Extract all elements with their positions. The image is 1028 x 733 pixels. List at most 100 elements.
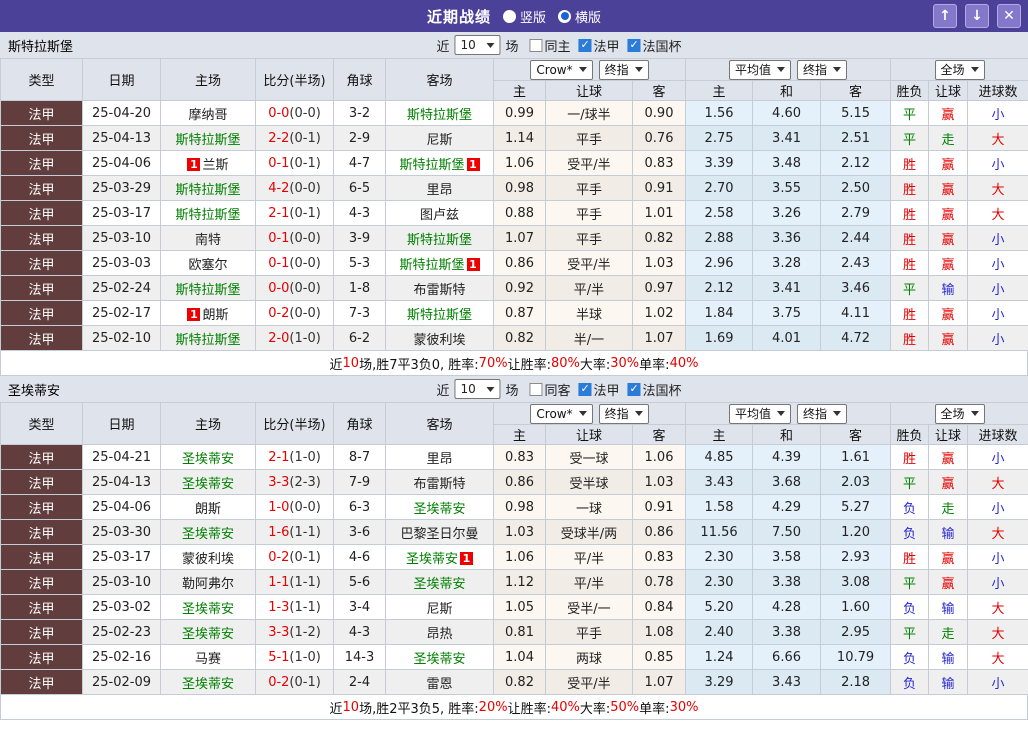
home-team-cell: 摩纳哥 bbox=[160, 100, 256, 126]
sub-avg-away-header: 客 bbox=[820, 424, 892, 445]
asian-result-cell: 输 bbox=[928, 594, 969, 620]
handicap-away-odds-cell: 1.07 bbox=[631, 325, 687, 351]
filter-check-option[interactable]: 法甲 bbox=[578, 36, 620, 55]
radio-selected-icon[interactable] bbox=[558, 9, 571, 23]
date-cell: 25-03-17 bbox=[82, 544, 161, 570]
checkbox-unchecked-icon[interactable] bbox=[529, 382, 543, 396]
sub-home-odds-header: 主 bbox=[493, 424, 546, 445]
europe-odds-kind-select[interactable]: 终指 bbox=[797, 403, 848, 424]
fulltime-score: 5-1 bbox=[268, 649, 290, 665]
halftime-score: (0-1) bbox=[289, 130, 321, 146]
layout-radio-vertical[interactable]: 竖版 bbox=[502, 7, 546, 26]
avg-away-odds-cell: 2.12 bbox=[820, 150, 892, 176]
home-team-cell: 马赛 bbox=[160, 644, 256, 670]
league-type-cell: 法甲 bbox=[0, 325, 83, 351]
radio-unselected-icon[interactable] bbox=[502, 9, 516, 23]
sub-avg-draw-header: 和 bbox=[752, 80, 822, 101]
home-team-name: 圣埃蒂安 bbox=[181, 476, 234, 492]
away-team-cell: 里昂 bbox=[385, 444, 494, 470]
fulltime-score: 0-2 bbox=[268, 674, 290, 690]
sub-avg-draw-header: 和 bbox=[752, 424, 822, 445]
sub-avg-home-header: 主 bbox=[685, 424, 754, 445]
match-row: 法甲 25-04-13 圣埃蒂安 3-3(2-3) 7-9 布雷斯特 0.86 受半球 1.03… bbox=[0, 469, 1028, 495]
avg-home-odds-cell: 2.75 bbox=[685, 125, 754, 151]
match-row: 法甲 25-02-09 圣埃蒂安 0-2(0-1) 2-4 雷恩 0.82 受平/半 1.07 3… bbox=[0, 669, 1028, 695]
recent-count-value: 10 bbox=[460, 382, 476, 396]
checkbox-checked-icon[interactable] bbox=[627, 382, 641, 396]
home-team-name: 兰斯 bbox=[202, 157, 229, 173]
move-down-button[interactable]: ↓ bbox=[965, 4, 989, 28]
league-type-cell: 法甲 bbox=[0, 150, 83, 176]
bookmaker-select[interactable]: Crow* bbox=[530, 59, 593, 80]
avg-draw-odds-cell: 3.58 bbox=[752, 544, 822, 570]
halftime-score: (0-1) bbox=[289, 155, 321, 171]
match-row: 法甲 25-02-24 斯特拉斯堡 0-0(0-0) 1-8 布雷斯特 0.92 平/半 0.9… bbox=[0, 275, 1028, 301]
recent-count-select[interactable]: 10 bbox=[454, 35, 501, 55]
filter-check-option[interactable]: 同客 bbox=[529, 380, 571, 399]
avg-away-odds-cell: 1.61 bbox=[820, 444, 892, 470]
filter-check-option[interactable]: 法国杯 bbox=[627, 380, 682, 399]
bookmaker-select[interactable]: Crow* bbox=[530, 403, 593, 424]
handicap-away-odds-cell: 0.84 bbox=[631, 594, 687, 620]
bookmaker-select-value: Crow* bbox=[536, 62, 573, 77]
checkbox-checked-icon[interactable] bbox=[578, 38, 592, 52]
avg-away-odds-cell: 3.46 bbox=[820, 275, 892, 301]
handicap-odds-kind-value: 终指 bbox=[604, 63, 629, 77]
close-button[interactable]: ✕ bbox=[997, 4, 1021, 28]
avg-away-odds-cell: 2.93 bbox=[820, 544, 892, 570]
league-type-cell: 法甲 bbox=[0, 444, 83, 470]
result-cell: 负 bbox=[890, 494, 930, 520]
score-cell: 5-1(1-0) bbox=[255, 644, 334, 670]
halftime-score: (2-3) bbox=[289, 474, 321, 490]
red-card-badge: 1 bbox=[187, 157, 201, 171]
result-cell: 胜 bbox=[890, 175, 930, 201]
europe-odds-source-select[interactable]: 平均值 bbox=[729, 59, 792, 80]
chevron-down-icon bbox=[578, 411, 587, 416]
move-up-button[interactable]: ↑ bbox=[933, 4, 957, 28]
home-team-cell: 朗斯 bbox=[160, 494, 256, 520]
corner-cell: 4-6 bbox=[333, 544, 386, 570]
home-team-name: 圣埃蒂安 bbox=[181, 676, 234, 692]
col-score-header: 比分(半场) bbox=[255, 402, 334, 445]
scope-select[interactable]: 全场 bbox=[934, 403, 985, 424]
match-row: 法甲 25-03-17 斯特拉斯堡 2-1(0-1) 4-3 图卢兹 0.88 平手 1.01 2… bbox=[0, 200, 1028, 226]
handicap-odds-kind-select[interactable]: 终指 bbox=[598, 403, 649, 424]
away-team-cell: 圣埃蒂安 1 bbox=[385, 544, 494, 570]
scope-select[interactable]: 全场 bbox=[934, 59, 985, 80]
score-cell: 0-1(0-0) bbox=[255, 250, 334, 276]
result-cell: 平 bbox=[890, 469, 930, 495]
filter-games-label: 场 bbox=[505, 39, 519, 55]
checkbox-unchecked-icon[interactable] bbox=[529, 38, 543, 52]
recent-count-select[interactable]: 10 bbox=[454, 379, 501, 399]
handicap-odds-kind-select[interactable]: 终指 bbox=[598, 59, 649, 80]
away-team-cell: 斯特拉斯堡 1 bbox=[385, 250, 494, 276]
avg-away-odds-cell: 2.50 bbox=[820, 175, 892, 201]
away-team-name: 蒙彼利埃 bbox=[413, 332, 466, 348]
home-team-name: 圣埃蒂安 bbox=[181, 601, 234, 617]
date-cell: 25-04-13 bbox=[82, 125, 161, 151]
checkbox-checked-icon[interactable] bbox=[578, 382, 592, 396]
filter-check-option[interactable]: 同主 bbox=[529, 36, 571, 55]
checkbox-checked-icon[interactable] bbox=[627, 38, 641, 52]
home-team-cell: 圣埃蒂安 bbox=[160, 469, 256, 495]
handicap-home-odds-cell: 0.87 bbox=[493, 300, 546, 326]
filter-check-option[interactable]: 法甲 bbox=[578, 380, 620, 399]
match-row: 法甲 25-03-17 蒙彼利埃 0-2(0-1) 4-6 圣埃蒂安 1 1.06 平/半 0.8… bbox=[0, 544, 1028, 570]
europe-odds-kind-select[interactable]: 终指 bbox=[797, 59, 848, 80]
handicap-away-odds-cell: 1.01 bbox=[631, 200, 687, 226]
score-cell: 2-1(1-0) bbox=[255, 444, 334, 470]
home-team-cell: 斯特拉斯堡 bbox=[160, 325, 256, 351]
europe-odds-source-select[interactable]: 平均值 bbox=[729, 403, 792, 424]
col-home-header: 主场 bbox=[160, 58, 256, 101]
home-team-cell: 斯特拉斯堡 bbox=[160, 275, 256, 301]
date-cell: 25-03-29 bbox=[82, 175, 161, 201]
corner-cell: 7-3 bbox=[333, 300, 386, 326]
date-cell: 25-03-02 bbox=[82, 594, 161, 620]
avg-home-odds-cell: 2.30 bbox=[685, 544, 754, 570]
europe-odds-source-value: 平均值 bbox=[735, 63, 772, 77]
filter-check-label: 法国杯 bbox=[642, 39, 682, 55]
layout-radio-horizontal[interactable]: 横版 bbox=[558, 7, 601, 26]
corner-cell: 1-8 bbox=[333, 275, 386, 301]
avg-away-odds-cell: 2.44 bbox=[820, 225, 892, 251]
filter-check-option[interactable]: 法国杯 bbox=[627, 36, 682, 55]
